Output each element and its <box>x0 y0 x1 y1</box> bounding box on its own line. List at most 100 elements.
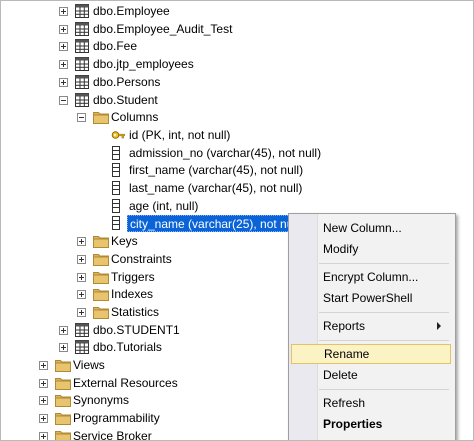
tree-item-label: dbo.Employee_Audit_Test <box>93 21 233 36</box>
collapse-icon[interactable] <box>59 95 68 105</box>
object-explorer: dbo.Employee dbo.Employee_Audit_Test dbo.F… <box>0 0 474 441</box>
table-icon <box>75 57 89 72</box>
tree-item[interactable]: last_name (varchar(45), not null) <box>1 180 471 197</box>
tree-item[interactable]: dbo.Employee <box>1 3 471 20</box>
folder-icon <box>55 429 71 440</box>
menu-separator <box>319 389 449 390</box>
expand-icon[interactable] <box>39 361 48 370</box>
tree-item-label: Triggers <box>111 269 155 284</box>
menu-item-refresh[interactable]: Refresh <box>291 393 451 413</box>
column-icon <box>111 163 125 178</box>
tree-item-label: External Resources <box>73 375 178 390</box>
expand-icon[interactable] <box>59 343 68 353</box>
column-icon <box>111 181 125 195</box>
folder-icon <box>93 234 109 249</box>
tree-item-label: Views <box>73 358 105 372</box>
table-icon <box>75 340 89 355</box>
tree-item-label: Columns <box>111 110 159 125</box>
tree-item-label: dbo.STUDENT1 <box>93 322 180 337</box>
folder-icon <box>55 411 71 426</box>
tree-item[interactable]: admission_no (varchar(45), not null) <box>1 145 471 162</box>
folder-icon <box>93 110 109 125</box>
column-icon <box>111 198 125 213</box>
menu-item-label: Delete <box>323 368 358 382</box>
table-icon <box>75 322 89 337</box>
tree-item[interactable]: id (PK, int, not null) <box>1 127 471 144</box>
table-icon <box>75 4 89 18</box>
tree-item[interactable]: dbo.jtp_employees <box>1 56 471 73</box>
tree-item-label: id (PK, int, not null) <box>129 127 231 142</box>
expand-icon[interactable] <box>59 24 68 34</box>
menu-item-delete[interactable]: Delete <box>291 365 451 385</box>
menu-item-rename[interactable]: Rename <box>291 344 451 364</box>
tree-item[interactable]: dbo.Employee_Audit_Test <box>1 21 471 38</box>
tree-item-label: age (int, null) <box>129 198 199 213</box>
menu-item-label: Encrypt Column... <box>323 270 419 284</box>
key-icon <box>111 128 125 142</box>
expand-icon[interactable] <box>77 290 86 300</box>
tree-item-label: dbo.jtp_employees <box>93 57 194 72</box>
tree-item[interactable]: Columns <box>1 109 471 126</box>
folder-icon <box>55 393 71 408</box>
expand-icon[interactable] <box>59 325 68 335</box>
table-icon <box>75 21 89 36</box>
tree-item-label: dbo.Employee <box>93 4 170 18</box>
folder-icon <box>93 270 109 284</box>
expand-icon[interactable] <box>39 431 48 440</box>
menu-item-label: Start PowerShell <box>323 291 413 305</box>
menu-item-new-column[interactable]: New Column... <box>291 218 451 238</box>
tree-item[interactable]: first_name (varchar(45), not null) <box>1 162 471 179</box>
collapse-icon[interactable] <box>77 113 86 123</box>
column-icon <box>111 216 125 231</box>
expand-icon[interactable] <box>59 60 68 70</box>
menu-item-label: New Column... <box>323 221 402 235</box>
menu-separator <box>319 340 449 341</box>
expand-icon[interactable] <box>77 272 86 282</box>
tree-item-label: Indexes <box>111 287 154 302</box>
column-icon <box>111 145 125 160</box>
tree-item-label: dbo.Student <box>93 92 158 107</box>
tree-item-label: dbo.Tutorials <box>93 340 162 355</box>
expand-icon[interactable] <box>77 307 86 317</box>
tree-item-label: dbo.Persons <box>93 74 161 89</box>
tree-item-label: admission_no (varchar(45), not null) <box>129 145 322 160</box>
tree-item-label: last_name (varchar(45), not null) <box>129 181 303 195</box>
tree-item-label: Synonyms <box>73 393 130 408</box>
tree-item-label: Constraints <box>111 251 172 266</box>
menu-separator <box>319 312 449 313</box>
expand-icon[interactable] <box>59 7 68 16</box>
menu-item-label: Refresh <box>323 396 366 410</box>
context-menu: New Column... Modify Encrypt Column... Star… <box>288 213 456 440</box>
table-icon <box>75 74 89 89</box>
tree-item[interactable]: dbo.Persons <box>1 74 471 91</box>
tree-item-label: city_name (varchar(25), not null) <box>127 215 306 233</box>
expand-icon[interactable] <box>59 77 68 87</box>
menu-separator <box>319 263 449 264</box>
menu-item-label: Modify <box>323 242 359 256</box>
expand-icon[interactable] <box>77 254 86 264</box>
menu-item-label: Rename <box>324 347 370 361</box>
table-icon <box>75 39 89 54</box>
tree-item[interactable]: dbo.Fee <box>1 38 471 55</box>
folder-icon <box>55 376 71 390</box>
folder-icon <box>55 358 71 372</box>
menu-item-reports[interactable]: Reports <box>291 316 451 336</box>
submenu-arrow-icon <box>437 322 441 330</box>
tree-item-label: dbo.Fee <box>93 39 138 54</box>
expand-icon[interactable] <box>39 414 48 424</box>
menu-item-properties[interactable]: Properties <box>291 414 451 434</box>
menu-item-modify[interactable]: Modify <box>291 239 451 259</box>
expand-icon[interactable] <box>59 42 68 52</box>
tree-item-label: Programmability <box>73 411 160 426</box>
tree-item-label: Statistics <box>111 304 160 319</box>
expand-icon[interactable] <box>39 378 48 388</box>
menu-item-label: Properties <box>323 417 383 431</box>
tree-item-label: Keys <box>111 234 138 249</box>
menu-item-encrypt-column[interactable]: Encrypt Column... <box>291 267 451 287</box>
menu-item-label: Reports <box>323 319 366 333</box>
expand-icon[interactable] <box>77 237 86 247</box>
menu-item-start-powershell[interactable]: Start PowerShell <box>291 288 451 308</box>
tree-item[interactable]: dbo.Student <box>1 92 471 109</box>
tree-item-label: first_name (varchar(45), not null) <box>129 163 304 178</box>
expand-icon[interactable] <box>39 396 48 406</box>
